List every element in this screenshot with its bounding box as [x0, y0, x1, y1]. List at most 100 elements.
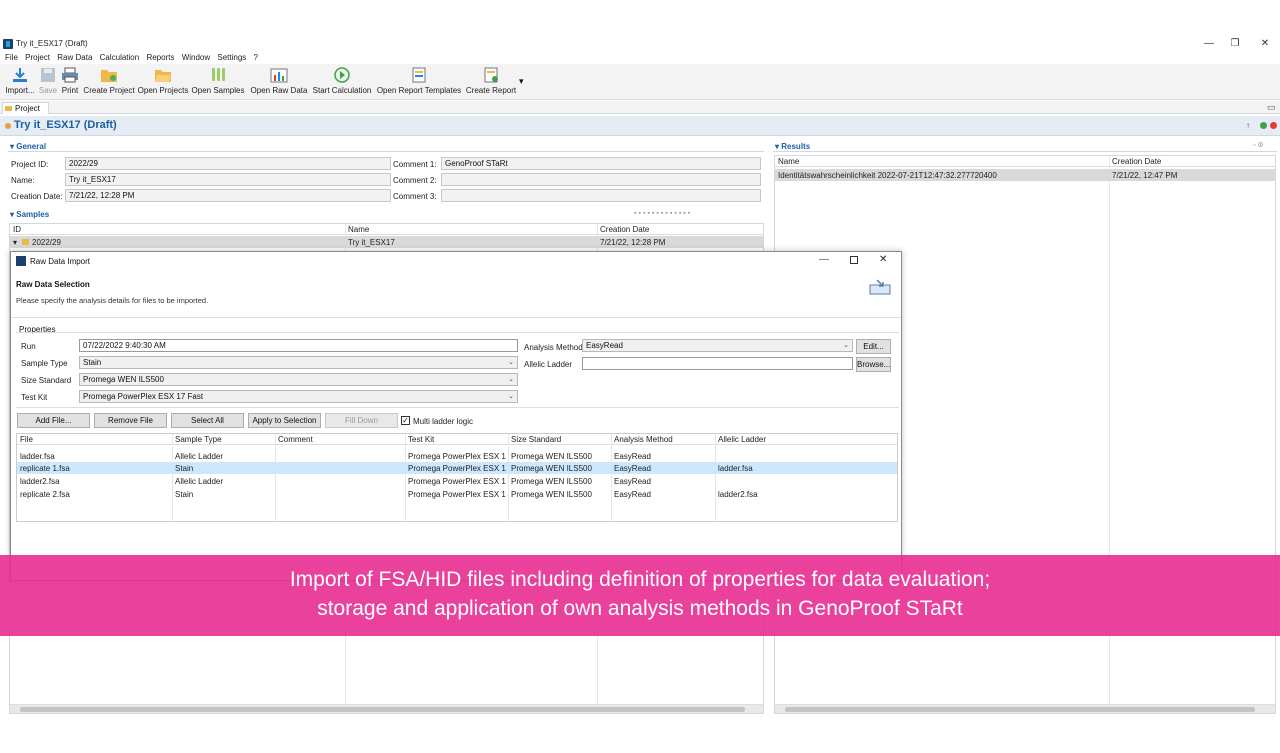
table-row[interactable]: replicate 1.fsa Stain Promega PowerPlex … [17, 462, 897, 474]
menu-settings[interactable]: Settings [217, 52, 246, 64]
file-cell: ladder.fsa [20, 452, 55, 461]
dialog-minimize-button[interactable]: — [819, 254, 829, 265]
comment-2-field[interactable] [441, 173, 761, 186]
menu-raw-data[interactable]: Raw Data [57, 52, 92, 64]
samples-table-header: ID Name Creation Date [10, 224, 763, 235]
col-header-size-standard[interactable]: Size Standard [511, 435, 561, 444]
edit-button[interactable]: Edit... [856, 339, 891, 354]
dialog-maximize-button[interactable] [850, 256, 858, 264]
menu-calculation[interactable]: Calculation [100, 52, 140, 64]
restore-icon[interactable]: ▭ [1267, 102, 1276, 113]
print-button[interactable]: Print [60, 67, 80, 99]
table-row[interactable]: ▾ 2022/29 Try it_ESX17 7/21/22, 12:28 PM [10, 236, 763, 248]
table-row[interactable]: replicate 2.fsa Stain Promega PowerPlex … [17, 488, 897, 500]
test-kit-label: Test Kit [21, 393, 48, 402]
sample-type-cell: Allelic Ladder [175, 452, 224, 461]
tab-project[interactable]: Project [2, 102, 49, 114]
up-arrow-icon[interactable]: ↑ [1246, 122, 1253, 130]
col-header-sample-type[interactable]: Sample Type [175, 435, 222, 444]
name-field[interactable]: Try it_ESX17 [65, 173, 391, 186]
create-report-icon [482, 67, 500, 83]
col-header-file[interactable]: File [20, 435, 33, 444]
close-button[interactable]: ✕ [1256, 37, 1274, 51]
col-header-allelic-ladder[interactable]: Allelic Ladder [718, 435, 766, 444]
multi-ladder-checkbox[interactable]: ✓ [401, 416, 410, 425]
menu-help[interactable]: ? [254, 52, 258, 64]
table-row[interactable]: ladder.fsa Allelic Ladder Promega PowerP… [17, 450, 897, 462]
open-folder-icon [154, 67, 172, 83]
project-id-field[interactable]: 2022/29 [65, 157, 391, 170]
sample-type-select[interactable]: Stain ⌄ [79, 356, 518, 369]
menu-reports[interactable]: Reports [146, 52, 174, 64]
menu-file[interactable]: File [5, 52, 18, 64]
col-header-id[interactable]: ID [13, 225, 21, 234]
create-project-button[interactable]: Create Project [83, 67, 135, 99]
toolbar-dropdown-chevron-icon[interactable]: ▾ [519, 76, 524, 87]
menu-window[interactable]: Window [182, 52, 210, 64]
remove-file-button[interactable]: Remove File [94, 413, 167, 428]
col-header-test-kit[interactable]: Test Kit [408, 435, 434, 444]
dialog-close-button[interactable]: ✕ [879, 254, 887, 265]
menu-project[interactable]: Project [25, 52, 50, 64]
apply-to-selection-button[interactable]: Apply to Selection [248, 413, 321, 428]
fill-down-button[interactable]: Fill Down [325, 413, 398, 428]
results-toolbar-icons[interactable]: ▫ ⚙ [1253, 141, 1264, 149]
caption-line-1: Import of FSA/HID files including defini… [289, 568, 991, 591]
comment-2-label: Comment 2: [393, 176, 437, 185]
save-button[interactable]: Save [38, 67, 58, 99]
run-input[interactable]: 07/22/2022 9:40:30 AM [79, 339, 518, 352]
samples-section-title: ▾ Samples [10, 210, 50, 219]
open-samples-button[interactable]: Open Samples [191, 67, 245, 99]
ok-icon[interactable] [1260, 122, 1267, 129]
comment-3-field[interactable] [441, 189, 761, 202]
import-tray-icon [869, 279, 891, 295]
minimize-button[interactable]: — [1200, 37, 1218, 51]
play-icon [333, 67, 351, 83]
browse-button[interactable]: Browse... [856, 357, 891, 372]
run-label: Run [21, 342, 36, 351]
open-raw-data-button[interactable]: Open Raw Data [250, 67, 308, 99]
col-header-creation-date[interactable]: Creation Date [1112, 157, 1161, 166]
col-header-name[interactable]: Name [348, 225, 369, 234]
results-scrollbar[interactable] [775, 704, 1275, 713]
sample-name: Try it_ESX17 [348, 238, 395, 247]
allelic-ladder-cell: ladder2.fsa [718, 490, 758, 499]
scrollbar-thumb[interactable] [20, 707, 745, 712]
col-header-creation-date[interactable]: Creation Date [600, 225, 649, 234]
maximize-button[interactable]: ❐ [1226, 37, 1244, 51]
open-projects-button[interactable]: Open Projects [137, 67, 189, 99]
analysis-method-select[interactable]: EasyRead ⌄ [582, 339, 853, 352]
open-report-templates-button[interactable]: Open Report Templates [376, 67, 462, 99]
test-kit-cell: Promega PowerPlex ESX 1... [408, 464, 506, 473]
app-logo-icon [3, 39, 13, 49]
scrollbar-thumb[interactable] [785, 707, 1255, 712]
allelic-ladder-input[interactable] [582, 357, 853, 370]
add-file-button[interactable]: Add File... [17, 413, 90, 428]
create-report-button[interactable]: Create Report [465, 67, 517, 99]
expand-chevron-icon[interactable]: ▾ [13, 238, 17, 247]
sample-id: 2022/29 [32, 238, 61, 247]
col-header-comment[interactable]: Comment [278, 435, 313, 444]
close-project-icon[interactable] [1270, 122, 1277, 129]
table-row[interactable]: Identitätswahrscheinlichkeit 2022-07-21T… [775, 169, 1275, 181]
dialog-titlebar: Raw Data Import — ✕ [11, 252, 901, 270]
caption-banner: Import of FSA/HID files including defini… [0, 555, 1280, 636]
import-button[interactable]: Import... [4, 67, 36, 99]
creation-date-label: Creation Date: [11, 192, 63, 201]
size-standard-cell: Promega WEN ILS500 [511, 464, 592, 473]
size-standard-label: Size Standard [21, 376, 72, 385]
select-all-button[interactable]: Select All [171, 413, 244, 428]
results-divider [773, 151, 1277, 152]
start-calculation-button[interactable]: Start Calculation [312, 67, 372, 99]
comment-1-field[interactable]: GenoProof STaRt [441, 157, 761, 170]
table-row[interactable]: ladder2.fsa Allelic Ladder Promega Power… [17, 475, 897, 487]
test-kit-select[interactable]: Promega PowerPlex ESX 17 Fast ⌄ [79, 390, 518, 403]
col-header-analysis-method[interactable]: Analysis Method [614, 435, 673, 444]
size-standard-select[interactable]: Promega WEN ILS500 ⌄ [79, 373, 518, 386]
menu-bar: File Project Raw Data Calculation Report… [0, 52, 1280, 64]
col-header-name[interactable]: Name [778, 157, 799, 166]
samples-scrollbar[interactable] [10, 704, 763, 713]
buttons-divider [16, 407, 899, 408]
samples-toolbar-icons[interactable]: ▪▪▪▪▪▪▪▪▪▪▪▪▪ [634, 210, 762, 218]
creation-date-field[interactable]: 7/21/22, 12:28 PM [65, 189, 391, 202]
